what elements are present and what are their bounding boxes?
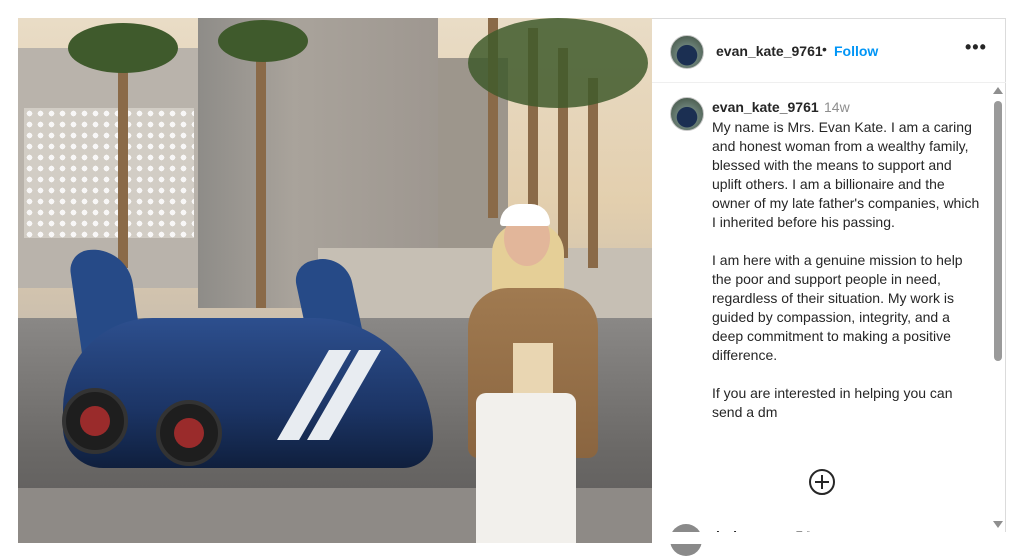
scrollbar-thumb[interactable] — [994, 101, 1002, 361]
add-comment-icon[interactable] — [809, 469, 835, 495]
scroll-down-arrow-icon[interactable] — [993, 521, 1003, 528]
palm-tree — [588, 78, 598, 268]
palm-fronds — [68, 23, 178, 73]
caption-paragraph: If you are interested in helping you can… — [712, 385, 953, 420]
follow-button[interactable]: Follow — [834, 43, 878, 59]
author-username[interactable]: evan_kate_9761 — [716, 43, 823, 59]
post-side-panel: evan_kate_9761 • Follow ••• evan_kate_97… — [652, 18, 1006, 556]
palm-fronds — [468, 18, 648, 108]
caption-timestamp[interactable]: 14w — [824, 99, 850, 115]
caption-paragraph: My name is Mrs. Evan Kate. I am a caring… — [712, 119, 980, 230]
woman-top — [513, 343, 553, 393]
caption-paragraph: I am here with a genuine mission to help… — [712, 252, 963, 363]
car-wheel — [62, 388, 128, 454]
woman-pants — [476, 393, 576, 543]
post-header: evan_kate_9761 • Follow ••• — [652, 19, 1006, 83]
caption-avatar[interactable] — [670, 97, 704, 131]
post-photo[interactable] — [18, 18, 652, 543]
separator-dot: • — [822, 41, 827, 57]
building-lattice — [24, 108, 194, 238]
scroll-up-arrow-icon[interactable] — [993, 87, 1003, 94]
car-wheel — [156, 400, 222, 466]
woman-cap — [500, 204, 550, 226]
palm-tree — [256, 38, 266, 308]
sports-car — [63, 318, 433, 468]
avatar[interactable] — [670, 35, 704, 69]
panel-bottom-edge — [652, 532, 1006, 544]
caption-username[interactable]: evan_kate_9761 — [712, 99, 819, 115]
caption-text: My name is Mrs. Evan Kate. I am a caring… — [712, 118, 980, 441]
scrollbar[interactable] — [992, 87, 1004, 532]
more-options-icon[interactable]: ••• — [965, 37, 987, 58]
palm-fronds — [218, 20, 308, 62]
